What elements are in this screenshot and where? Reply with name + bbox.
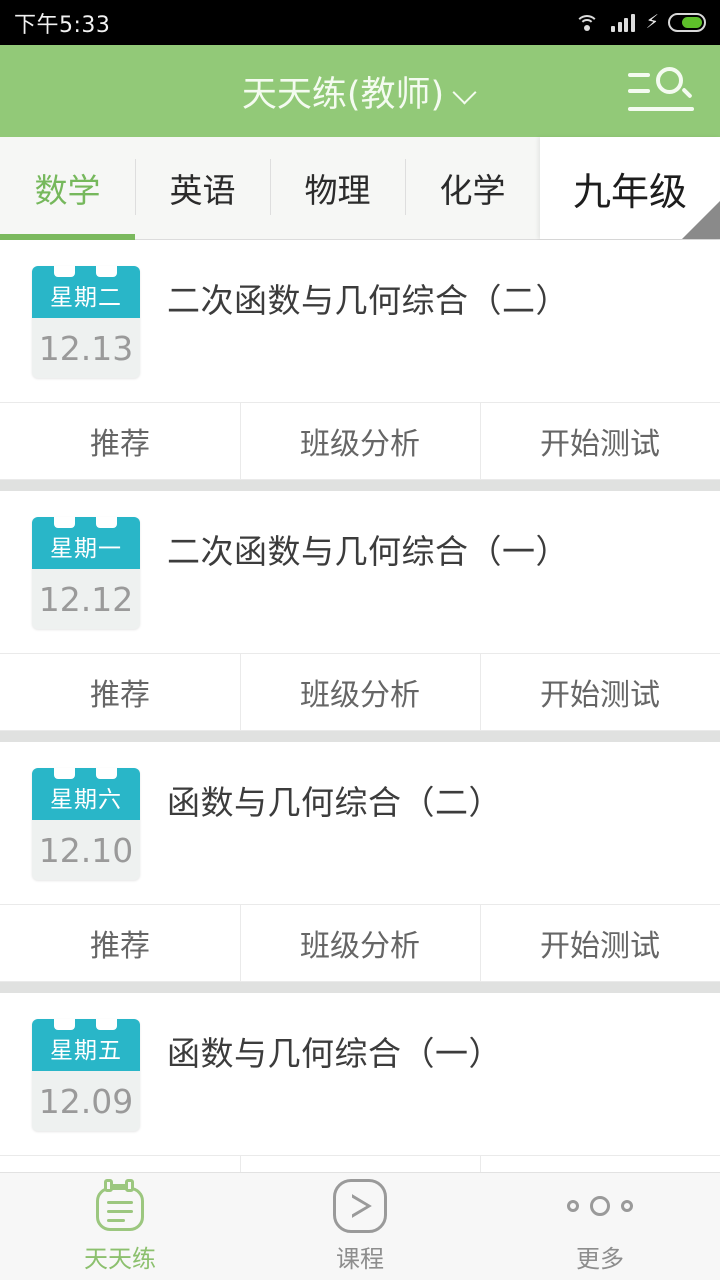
calendar-icon: 星期一 12.12 [32, 517, 140, 629]
signal-icon [611, 13, 635, 32]
start-test-button[interactable]: 开始测试 [480, 905, 720, 981]
calendar-icon: 星期五 12.09 [32, 1019, 140, 1131]
chevron-down-icon[interactable] [454, 82, 478, 106]
grade-selector[interactable]: 九年级 [540, 137, 720, 239]
recommend-button[interactable]: 推荐 [0, 1156, 240, 1172]
notebook-icon [92, 1179, 148, 1233]
calendar-weekday: 星期五 [50, 1038, 122, 1064]
calendar-date: 12.09 [38, 1081, 134, 1121]
app-title-group[interactable]: 天天练(教师) [0, 66, 720, 117]
nav-label-course: 课程 [336, 1245, 384, 1273]
lesson-card-header[interactable]: 星期二 12.13 二次函数与几何综合（二） [0, 240, 720, 402]
calendar-date: 12.10 [38, 830, 134, 870]
lesson-title: 函数与几何综合（一） [167, 1034, 502, 1073]
recommend-button[interactable]: 推荐 [0, 403, 240, 479]
recommend-button[interactable]: 推荐 [0, 905, 240, 981]
nav-label-practice: 天天练 [84, 1245, 156, 1273]
app-screen: 下午5:33 ⚡ 天天练(教师) 数学 英语 物理 化学 九年级 星期二 12.… [0, 0, 720, 1280]
lesson-title: 二次函数与几何综合（二） [167, 281, 569, 320]
lesson-title: 二次函数与几何综合（一） [167, 532, 569, 571]
list-separator [0, 480, 720, 491]
class-analysis-button[interactable]: 班级分析 [240, 654, 480, 730]
app-bar: 天天练(教师) [0, 45, 720, 137]
calendar-weekday: 星期六 [50, 787, 122, 813]
nav-item-more[interactable]: 更多 [480, 1179, 720, 1274]
calendar-date: 12.13 [38, 328, 134, 368]
subject-tab-bar: 数学 英语 物理 化学 九年级 [0, 137, 720, 240]
lesson-actions: 推荐 班级分析 开始测试 [0, 653, 720, 731]
charging-bolt-icon: ⚡ [645, 11, 659, 33]
start-test-button[interactable]: 开始测试 [480, 403, 720, 479]
nav-item-practice[interactable]: 天天练 [0, 1179, 240, 1274]
subject-tabs: 数学 英语 物理 化学 [0, 137, 540, 240]
nav-item-course[interactable]: 课程 [240, 1179, 480, 1274]
lesson-actions: 推荐 班级分析 开始测试 [0, 1155, 720, 1172]
calendar-weekday: 星期二 [50, 285, 122, 311]
tab-chemistry[interactable]: 化学 [405, 137, 540, 239]
bottom-navigation: 天天练 课程 更多 [0, 1172, 720, 1280]
status-time: 下午5:33 [14, 12, 111, 38]
class-analysis-button[interactable]: 班级分析 [240, 403, 480, 479]
status-icons: ⚡ [574, 13, 706, 33]
lesson-card: 星期二 12.13 二次函数与几何综合（二） 推荐 班级分析 开始测试 [0, 240, 720, 480]
page-title: 天天练(教师) [241, 74, 445, 115]
class-analysis-button[interactable]: 班级分析 [240, 905, 480, 981]
wifi-icon [574, 13, 600, 33]
start-test-button[interactable]: 开始测试 [480, 654, 720, 730]
list-separator [0, 982, 720, 993]
more-dots-icon [567, 1179, 633, 1233]
battery-icon [668, 13, 706, 32]
status-bar: 下午5:33 ⚡ [0, 0, 720, 45]
tab-english[interactable]: 英语 [135, 137, 270, 239]
tab-math[interactable]: 数学 [0, 137, 135, 240]
play-icon [333, 1179, 387, 1233]
nav-label-more: 更多 [576, 1245, 624, 1273]
lesson-title: 函数与几何综合（二） [167, 783, 502, 822]
lesson-actions: 推荐 班级分析 开始测试 [0, 402, 720, 480]
lesson-card-header[interactable]: 星期一 12.12 二次函数与几何综合（一） [0, 491, 720, 653]
tab-physics[interactable]: 物理 [270, 137, 405, 239]
lesson-list[interactable]: 星期二 12.13 二次函数与几何综合（二） 推荐 班级分析 开始测试 星期一 [0, 240, 720, 1172]
recommend-button[interactable]: 推荐 [0, 654, 240, 730]
class-analysis-button[interactable]: 班级分析 [240, 1156, 480, 1172]
list-search-icon[interactable] [628, 63, 694, 119]
lesson-card-header[interactable]: 星期五 12.09 函数与几何综合（一） [0, 993, 720, 1155]
lesson-card: 星期一 12.12 二次函数与几何综合（一） 推荐 班级分析 开始测试 [0, 491, 720, 731]
calendar-icon: 星期六 12.10 [32, 768, 140, 880]
lesson-actions: 推荐 班级分析 开始测试 [0, 904, 720, 982]
calendar-date: 12.12 [38, 579, 134, 619]
start-test-button[interactable]: 开始测试 [480, 1156, 720, 1172]
list-separator [0, 731, 720, 742]
lesson-card-header[interactable]: 星期六 12.10 函数与几何综合（二） [0, 742, 720, 904]
lesson-card: 星期五 12.09 函数与几何综合（一） 推荐 班级分析 开始测试 [0, 993, 720, 1172]
calendar-icon: 星期二 12.13 [32, 266, 140, 378]
calendar-weekday: 星期一 [50, 536, 122, 562]
lesson-card: 星期六 12.10 函数与几何综合（二） 推荐 班级分析 开始测试 [0, 742, 720, 982]
